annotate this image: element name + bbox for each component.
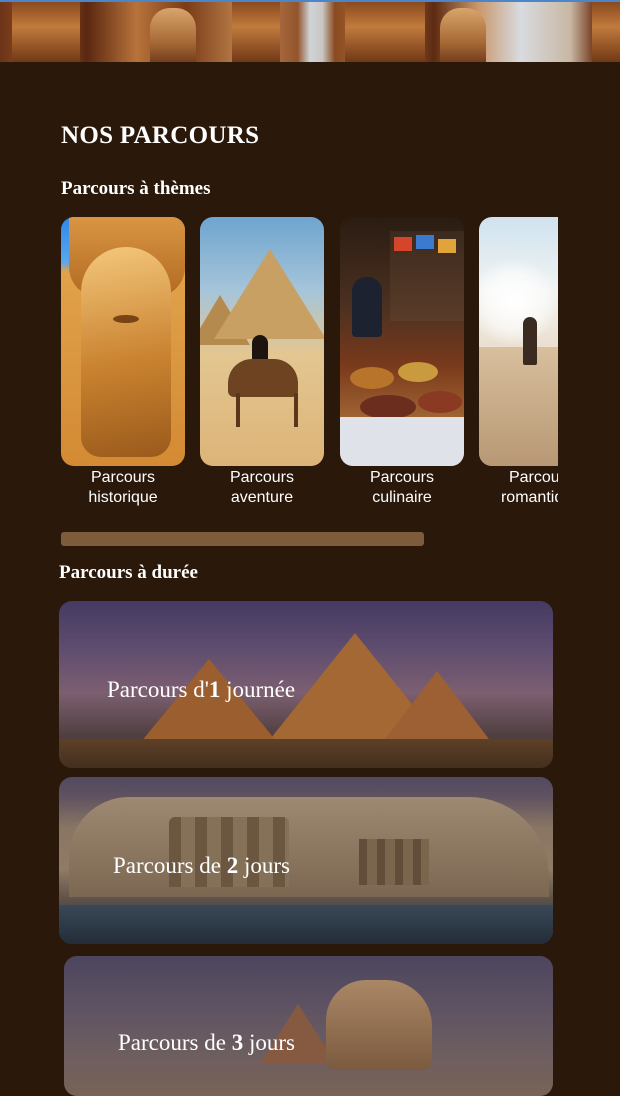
page-title: NOS PARCOURS	[61, 122, 260, 149]
camel-legs	[236, 393, 298, 427]
hero-banner-image	[0, 0, 620, 62]
theme-label-line: Parcours	[229, 469, 295, 486]
statue-eye	[113, 315, 139, 323]
theme-image-historique[interactable]	[61, 217, 185, 466]
theme-label-culinaire[interactable]: Parcours culinaire	[340, 468, 464, 508]
pharaoh-statue	[440, 8, 486, 62]
themes-section-title: Parcours à thèmes	[61, 178, 211, 199]
pharaoh-statue	[150, 8, 196, 62]
temple-column	[12, 2, 80, 62]
theme-image-romantique[interactable]	[479, 217, 558, 466]
theme-label-line: culinaire	[372, 489, 432, 506]
duree-label-suffix: jours	[238, 853, 290, 878]
theme-label-line: Parcours	[508, 469, 558, 486]
spice-box	[394, 237, 412, 251]
theme-label-line: aventure	[230, 489, 294, 506]
vendor	[352, 277, 382, 337]
duree-card-3-jours[interactable]: Parcours de 3 jours	[64, 956, 553, 1096]
pyramid	[214, 249, 324, 339]
theme-card-romantique[interactable]: Parcours romantique	[479, 217, 558, 508]
card-overlay	[64, 956, 553, 1096]
duree-label-number: 1	[208, 677, 221, 702]
theme-label-line: Parcours	[369, 469, 435, 486]
duree-card-1-jour[interactable]: Parcours d'1 journée	[59, 601, 553, 768]
theme-label-line: historique	[88, 489, 158, 506]
spice-bowl	[418, 391, 462, 413]
sun-glow	[479, 257, 558, 347]
duree-label-prefix: Parcours de	[113, 853, 227, 878]
theme-card-historique[interactable]: Parcours historique	[61, 217, 185, 508]
duree-label-suffix: jours	[243, 1030, 295, 1055]
theme-label-line: Parcours	[90, 469, 156, 486]
temple-column	[345, 2, 425, 62]
sand-dune	[479, 347, 558, 466]
duree-label-number: 2	[226, 853, 239, 878]
duree-label-prefix: Parcours d'	[107, 677, 209, 702]
spice-bowl	[360, 395, 416, 419]
camel	[228, 359, 298, 397]
theme-label-historique[interactable]: Parcours historique	[61, 468, 185, 508]
person-silhouette	[523, 317, 537, 365]
spice-bowl	[350, 367, 394, 389]
theme-card-aventure[interactable]: Parcours aventure	[200, 217, 324, 508]
table-cloth	[340, 417, 464, 466]
duree-label-prefix: Parcours de	[118, 1030, 232, 1055]
duree-label-2: Parcours de 2 jours	[113, 853, 290, 879]
temple-column	[232, 2, 280, 62]
spice-box	[416, 235, 434, 249]
spice-bowl	[398, 362, 438, 382]
duree-label-suffix: journée	[220, 677, 296, 702]
theme-label-line: romantique	[500, 489, 558, 506]
duree-section-title: Parcours à durée	[59, 562, 198, 583]
themes-carousel[interactable]: Parcours historique Parcours aventure Pa…	[61, 217, 558, 517]
duree-label-number: 3	[231, 1030, 244, 1055]
temple-column	[592, 2, 620, 62]
spice-box	[438, 239, 456, 253]
theme-card-culinaire[interactable]: Parcours culinaire	[340, 217, 464, 508]
theme-image-aventure[interactable]	[200, 217, 324, 466]
duree-label-3: Parcours de 3 jours	[118, 1030, 295, 1056]
theme-image-culinaire[interactable]	[340, 217, 464, 466]
theme-label-romantique[interactable]: Parcours romantique	[479, 468, 558, 508]
statue-face	[81, 247, 171, 457]
theme-label-aventure[interactable]: Parcours aventure	[200, 468, 324, 508]
duree-card-2-jours[interactable]: Parcours de 2 jours	[59, 777, 553, 944]
themes-scrollbar[interactable]	[61, 532, 424, 546]
duree-label-1: Parcours d'1 journée	[107, 677, 295, 703]
